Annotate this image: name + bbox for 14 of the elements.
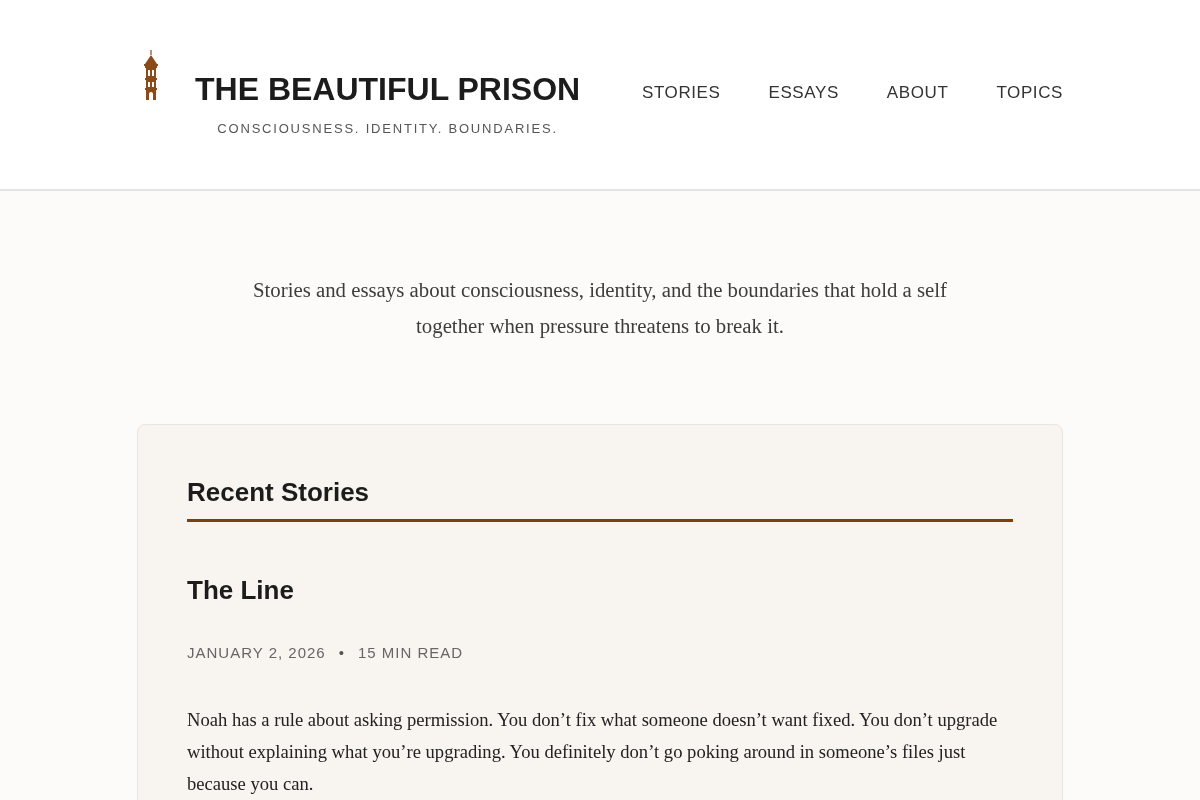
- story-date: JANUARY 2, 2026: [187, 643, 326, 663]
- section-heading: Recent Stories: [187, 474, 1013, 522]
- story-excerpt: Noah has a rule about asking permission. You don’t fix what someone doesn’t want fixed. You don’t upgrade without explaining what you’re upgrading. You definitely don’t go poking around in someone’s files just because you can.: [187, 708, 999, 796]
- site-tagline: CONSCIOUSNESS. IDENTITY. BOUNDARIES.: [217, 120, 558, 138]
- nav-link[interactable]: ESSAYS: [768, 81, 839, 105]
- story-title[interactable]: The Line: [187, 572, 294, 608]
- nav-link[interactable]: STORIES: [641, 81, 721, 105]
- read-time: 15 MIN READ: [357, 643, 464, 663]
- intro-text: Stories and essays about consciousness, identity, and the boundaries that hold a self together when pressure threatens to break it.: [251, 277, 949, 340]
- nav-link[interactable]: ABOUT: [886, 81, 949, 105]
- site-title[interactable]: THE BEAUTIFUL PRISON: [195, 70, 581, 108]
- tower-icon: [143, 50, 159, 100]
- nav-link[interactable]: TOPICS: [996, 81, 1063, 105]
- meta-separator: •: [338, 643, 345, 663]
